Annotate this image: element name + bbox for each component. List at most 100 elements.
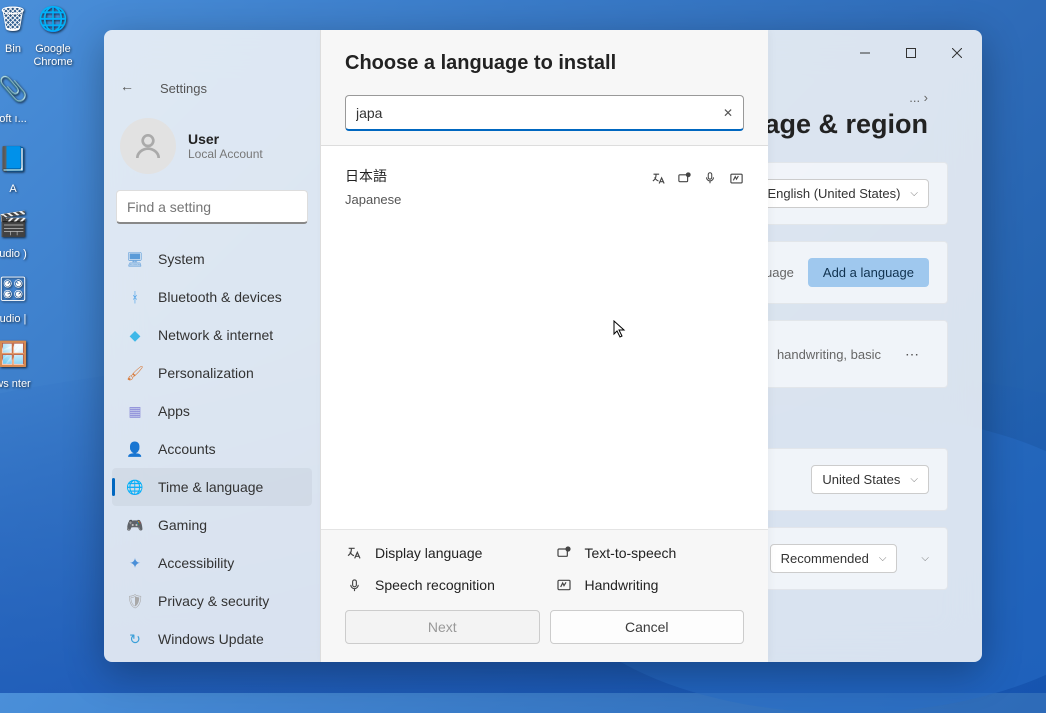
user-name: User — [188, 131, 263, 147]
nav-item-windows-update[interactable]: ↻Windows Update — [112, 620, 312, 658]
nav-label: Windows Update — [158, 631, 264, 647]
app-icon: 🎛 — [0, 270, 33, 310]
more-button[interactable]: ⋯ — [895, 337, 929, 371]
user-account: Local Account — [188, 147, 263, 161]
feature-icons — [650, 170, 744, 186]
text-to-speech-icon — [676, 170, 692, 186]
cancel-button[interactable]: Cancel — [550, 610, 745, 644]
nav-icon: ✦ — [126, 554, 144, 572]
add-language-dialog: Choose a language to install ✕ 日本語 Japan… — [320, 30, 768, 662]
app-icon: 🎬 — [0, 205, 33, 245]
nav-item-apps[interactable]: ▦ Apps — [112, 392, 312, 430]
chevron-down-icon: ⌵ — [910, 474, 918, 485]
desktop-icon[interactable]: 📘A — [0, 140, 48, 196]
nav-item-time-language[interactable]: 🌐 Time & language — [112, 468, 312, 506]
icon-label: Google Chrome — [18, 43, 88, 69]
dialog-title: Choose a language to install — [345, 52, 744, 75]
nav-icon: 🖌 — [126, 364, 144, 382]
display-language-select[interactable]: English (United States) ⌵ — [756, 179, 929, 208]
nav-label: Personalization — [158, 365, 254, 381]
nav-list: 🖥 System ᚼ Bluetooth & devices ◆ Network & in… — [112, 240, 312, 658]
region-select[interactable]: United States ⌵ — [811, 465, 929, 494]
nav-label: Network & internet — [158, 327, 273, 343]
desktop-icon[interactable]: 🎛 udio | — [0, 270, 48, 326]
language-result-japanese[interactable]: 日本語 Japanese — [345, 160, 744, 213]
language-search[interactable]: ✕ — [345, 95, 744, 131]
nav-icon: 🛡 — [126, 592, 144, 610]
nav-item-bluetooth-devices[interactable]: ᚼ Bluetooth & devices — [112, 278, 312, 316]
language-search-input[interactable] — [356, 105, 723, 121]
user-profile[interactable]: User Local Account — [112, 106, 312, 190]
minimize-button[interactable] — [842, 37, 888, 69]
nav-icon: ᚼ — [126, 288, 144, 306]
maximize-button[interactable] — [888, 37, 934, 69]
feature-label: Speech recognition — [375, 577, 495, 593]
icon-label: A — [9, 183, 16, 196]
nav-item-system[interactable]: 🖥 System — [112, 240, 312, 278]
format-select[interactable]: Recommended ⌵ — [770, 544, 898, 573]
nav-item-accessibility[interactable]: ✦ Accessibility — [112, 544, 312, 582]
language-english: Japanese — [345, 192, 401, 207]
app-icon: 📘 — [0, 140, 33, 180]
speech-recognition-icon — [345, 576, 363, 594]
icon-label: oft ı... — [0, 113, 27, 126]
nav-icon: 👤 — [126, 440, 144, 458]
chevron-down-icon: ⌵ — [910, 188, 918, 199]
handwriting-icon — [555, 576, 573, 594]
desktop-icon[interactable]: 🎬 udio ) — [0, 205, 48, 261]
feature-label: Text-to-speech — [585, 545, 677, 561]
app-icon: 🌐 — [33, 0, 73, 40]
nav-label: Gaming — [158, 517, 207, 533]
display-language-value: English (United States) — [767, 186, 900, 201]
nav-item-gaming[interactable]: 🎮Gaming — [112, 506, 312, 544]
language-native: 日本語 — [345, 166, 401, 186]
expand-icon[interactable]: ⌵ — [921, 553, 929, 564]
nav-label: Apps — [158, 403, 190, 419]
app-icon: 🪟 — [0, 335, 33, 375]
feature-label: Display language — [375, 545, 482, 561]
nav-label: Accounts — [158, 441, 216, 457]
avatar-icon — [120, 118, 176, 174]
icon-label: udio | — [0, 313, 26, 326]
nav-label: System — [158, 251, 205, 267]
icon-label: ws nter — [0, 378, 31, 391]
settings-search[interactable] — [116, 190, 308, 224]
clear-icon[interactable]: ✕ — [723, 106, 733, 120]
next-button[interactable]: Next — [345, 610, 540, 644]
icon-label: udio ) — [0, 248, 27, 261]
back-button[interactable]: ← — [120, 78, 140, 98]
sidebar: ← Settings User Local Account 🖥 System ᚼ Bl… — [104, 76, 320, 662]
display-language-icon — [345, 544, 363, 562]
nav-label: Bluetooth & devices — [158, 289, 282, 305]
language-row-sub: handwriting, basic — [777, 347, 881, 362]
nav-item-accounts[interactable]: 👤 Accounts — [112, 430, 312, 468]
nav-label: Time & language — [158, 479, 263, 495]
preferred-languages-sub: uage — [765, 265, 794, 280]
language-results: 日本語 Japanese — [321, 145, 768, 529]
text-to-speech-icon — [555, 544, 573, 562]
nav-icon: 🌐 — [126, 478, 144, 496]
nav-icon: ▦ — [126, 402, 144, 420]
nav-icon: 🖥 — [126, 250, 144, 268]
app-title: Settings — [160, 81, 207, 96]
nav-item-personalization[interactable]: 🖌 Personalization — [112, 354, 312, 392]
speech-recognition-icon — [702, 170, 718, 186]
region-value: United States — [822, 472, 900, 487]
display-language-icon — [650, 170, 666, 186]
nav-icon: ◆ — [126, 326, 144, 344]
desktop-icon[interactable]: 🌐 Google Chrome — [18, 0, 88, 69]
nav-item-network-internet[interactable]: ◆ Network & internet — [112, 316, 312, 354]
desktop-icon[interactable]: 🪟 ws nter — [0, 335, 48, 391]
feature-legend: Display language Text-to-speech Speech r… — [345, 544, 744, 594]
handwriting-icon — [728, 170, 744, 186]
nav-item-privacy-security[interactable]: 🛡Privacy & security — [112, 582, 312, 620]
close-button[interactable] — [934, 37, 980, 69]
feature-label: Handwriting — [585, 577, 659, 593]
settings-window: ← Settings User Local Account 🖥 System ᚼ Bl… — [104, 30, 982, 662]
chevron-down-icon: ⌵ — [879, 553, 887, 564]
desktop-icon[interactable]: 📎 oft ı... — [0, 70, 48, 126]
search-input[interactable] — [127, 199, 308, 215]
add-language-button[interactable]: Add a language — [808, 258, 929, 287]
app-icon: 📎 — [0, 70, 33, 110]
nav-label: Accessibility — [158, 555, 234, 571]
